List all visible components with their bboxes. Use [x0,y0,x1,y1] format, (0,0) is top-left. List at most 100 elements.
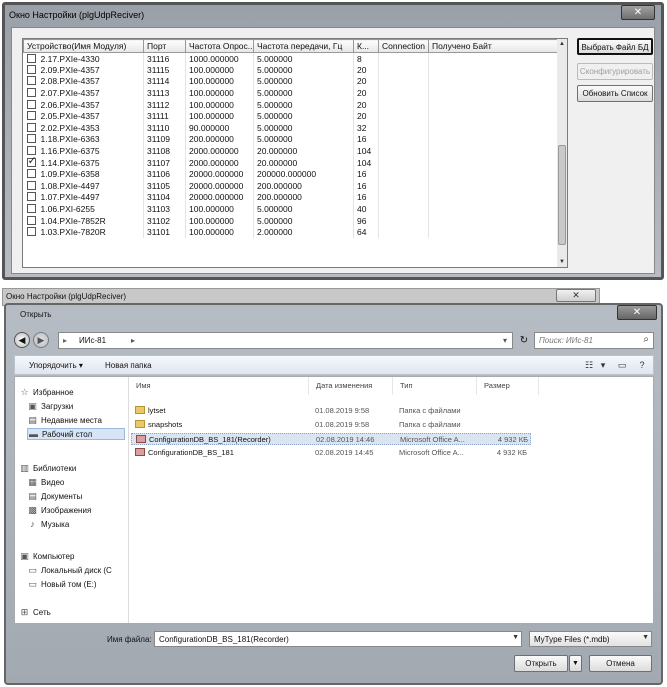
filetype-dropdown-icon[interactable]: ▼ [642,634,649,641]
table-row[interactable]: 1.16.PXIe-6375 31108 2000.000000 20.000000 1… [23,145,559,157]
device-cell[interactable]: 1.18.PXIe-6363 [23,133,144,146]
search-input[interactable]: Поиск: ИИс-81 ⌕ [534,332,654,349]
column-header-poll-rate[interactable]: Частота Опрос... [185,39,254,53]
device-checkbox[interactable] [26,99,36,109]
column-header-k[interactable]: К... [353,39,379,53]
column-header-bytes[interactable]: Получено Байт [428,39,559,53]
background-close-button[interactable]: ✕ [556,289,596,302]
table-row[interactable]: 2.08.PXIe-4357 31114 100.000000 5.000000 20 [23,75,559,88]
table-row[interactable]: 2.02.PXIe-4353 31110 90.000000 5.000000 32 [23,122,559,134]
organize-button[interactable]: Упорядочить ▾ [29,361,83,370]
file-column-type[interactable]: Тип [395,377,477,395]
device-checkbox[interactable] [26,122,36,132]
table-row[interactable]: 1.09.PXIe-6358 31106 20000.000000 200000.00… [23,168,559,181]
file-column-size[interactable]: Размер [479,377,539,395]
file-row[interactable]: lytset 01.08.2019 9:58 Папка с файлами [131,405,531,417]
device-checkbox[interactable] [26,180,36,190]
new-folder-button[interactable]: Новая папка [105,361,152,370]
device-cell[interactable]: 1.09.PXIe-6358 [23,168,144,181]
table-row[interactable]: 2.07.PXIe-4357 31113 100.000000 5.000000 20 [23,87,559,99]
device-checkbox[interactable] [26,227,36,237]
nav-recent[interactable]: ▤ Недавние места [27,415,102,426]
column-header-connection[interactable]: Connection [378,39,429,53]
path-dropdown-icon[interactable]: ▾ [503,336,507,345]
device-cell[interactable]: 1.06.PXI-6255 [23,203,144,215]
preview-pane-icon[interactable]: ▭ [616,359,628,371]
file-row[interactable]: ConfigurationDB_BS_181 02.08.2019 14:45 Mi… [131,447,531,459]
nav-music[interactable]: ♪ Музыка [27,519,69,529]
device-checkbox[interactable] [26,204,36,214]
scroll-thumb[interactable] [558,145,566,245]
nav-local-disk[interactable]: ▭ Локальный диск (C [27,565,112,576]
open-button[interactable]: Открыть [514,655,568,672]
device-checkbox[interactable] [26,88,36,98]
table-row[interactable]: 2.05.PXIe-4357 31111 100.000000 5.000000 20 [23,110,559,123]
refresh-icon[interactable]: ↻ [516,332,532,349]
table-row[interactable]: 1.06.PXI-6255 31103 100.000000 5.000000 40 [23,203,559,215]
device-checkbox[interactable] [26,111,36,121]
scroll-up-icon[interactable]: ▲ [557,39,567,49]
scroll-down-icon[interactable]: ▼ [557,257,567,267]
file-column-date[interactable]: Дата изменения [311,377,393,395]
table-row[interactable]: 1.18.PXIe-6363 31109 200.000000 5.000000 16 [23,133,559,146]
device-cell[interactable]: 1.08.PXIe-4497 [23,180,144,192]
select-db-file-button[interactable]: Выбрать Файл БД [577,38,653,55]
configure-button[interactable]: Сконфигурировать [577,63,653,80]
back-arrow-icon[interactable]: ◀ [14,332,30,348]
table-row[interactable]: 1.04.PXIe-7852R 31102 100.000000 5.000000 96 [23,214,559,227]
column-header-port[interactable]: Порт [143,39,186,53]
device-cell[interactable]: 1.04.PXIe-7852R [23,214,144,227]
device-checkbox[interactable] [26,64,36,74]
table-row[interactable]: 1.07.PXIe-4497 31104 20000.000000 200.00000… [23,191,559,204]
nav-computer[interactable]: ▣ Компьютер [19,551,74,562]
column-header-device[interactable]: Устройство(Имя Модуля) [23,39,144,53]
device-cell[interactable]: 2.05.PXIe-4357 [23,110,144,123]
filetype-select[interactable]: MyType Files (*.mdb) ▼ [529,631,652,647]
device-cell[interactable]: 1.14.PXIe-6375 [23,156,144,169]
path-box[interactable]: ▸ ИИс-81 ▸ ▾ [58,332,513,349]
device-checkbox[interactable] [26,157,37,167]
filename-input[interactable]: ConfigurationDB_BS_181(Recorder) ▼ [154,631,522,647]
device-checkbox[interactable] [26,53,36,63]
table-row[interactable]: 1.08.PXIe-4497 31105 20000.000000 200.00000… [23,180,559,192]
help-icon[interactable]: ? [636,359,648,371]
device-cell[interactable]: 2.09.PXIe-4357 [23,64,144,76]
breadcrumb-chevron-icon[interactable]: ▸ [131,336,135,345]
device-checkbox[interactable] [26,192,36,202]
device-cell[interactable]: 2.08.PXIe-4357 [23,75,144,88]
nav-favorites[interactable]: ☆ Избранное [19,387,73,398]
nav-images[interactable]: ▩ Изображения [27,505,91,516]
device-checkbox[interactable] [26,146,36,156]
search-icon[interactable]: ⌕ [643,334,649,345]
device-checkbox[interactable] [26,76,36,86]
table-row[interactable]: 2.17.PXIe-4330 31116 1000.000000 5.000000 8 [23,52,559,65]
nav-video[interactable]: ▦ Видео [27,477,64,488]
file-column-name[interactable]: Имя [131,377,309,395]
nav-desktop[interactable]: ▬ Рабочий стол [27,428,125,440]
table-row[interactable]: 2.06.PXIe-4357 31112 100.000000 5.000000 20 [23,98,559,111]
device-cell[interactable]: 2.06.PXIe-4357 [23,98,144,111]
cancel-button[interactable]: Отмена [589,655,652,672]
device-cell[interactable]: 1.03.PXIe-7820R [23,226,144,238]
filename-dropdown-icon[interactable]: ▼ [512,634,519,641]
device-cell[interactable]: 1.07.PXIe-4497 [23,191,144,204]
file-row[interactable]: snapshots 01.08.2019 9:58 Папка с файлами [131,419,531,431]
view-dropdown-icon[interactable]: ▾ [597,359,609,371]
device-cell[interactable]: 1.16.PXIe-6375 [23,145,144,157]
device-table-scrollbar[interactable]: ▲ ▼ [557,38,568,268]
device-checkbox[interactable] [26,215,36,225]
table-row[interactable]: 1.14.PXIe-6375 311072000.00000020.0000001… [23,156,559,169]
nav-new-volume[interactable]: ▭ Новый том (E:) [27,579,96,590]
device-cell[interactable]: 2.02.PXIe-4353 [23,122,144,134]
device-cell[interactable]: 2.17.PXIe-4330 [23,52,144,65]
open-split-dropdown-icon[interactable]: ▼ [569,655,582,672]
open-dialog-close-button[interactable]: ✕ [617,305,657,320]
nav-network[interactable]: ⊞ Сеть [19,607,51,618]
file-row[interactable]: ConfigurationDB_BS_181(Recorder) 02.08.20… [131,433,531,445]
refresh-list-button[interactable]: Обновить Список [577,85,653,102]
nav-downloads[interactable]: ▣ Загрузки [27,401,73,412]
nav-documents[interactable]: ▤ Документы [27,491,82,502]
view-mode-icon[interactable]: ☷ [583,359,595,371]
device-checkbox[interactable] [26,169,36,179]
device-checkbox[interactable] [26,134,36,144]
